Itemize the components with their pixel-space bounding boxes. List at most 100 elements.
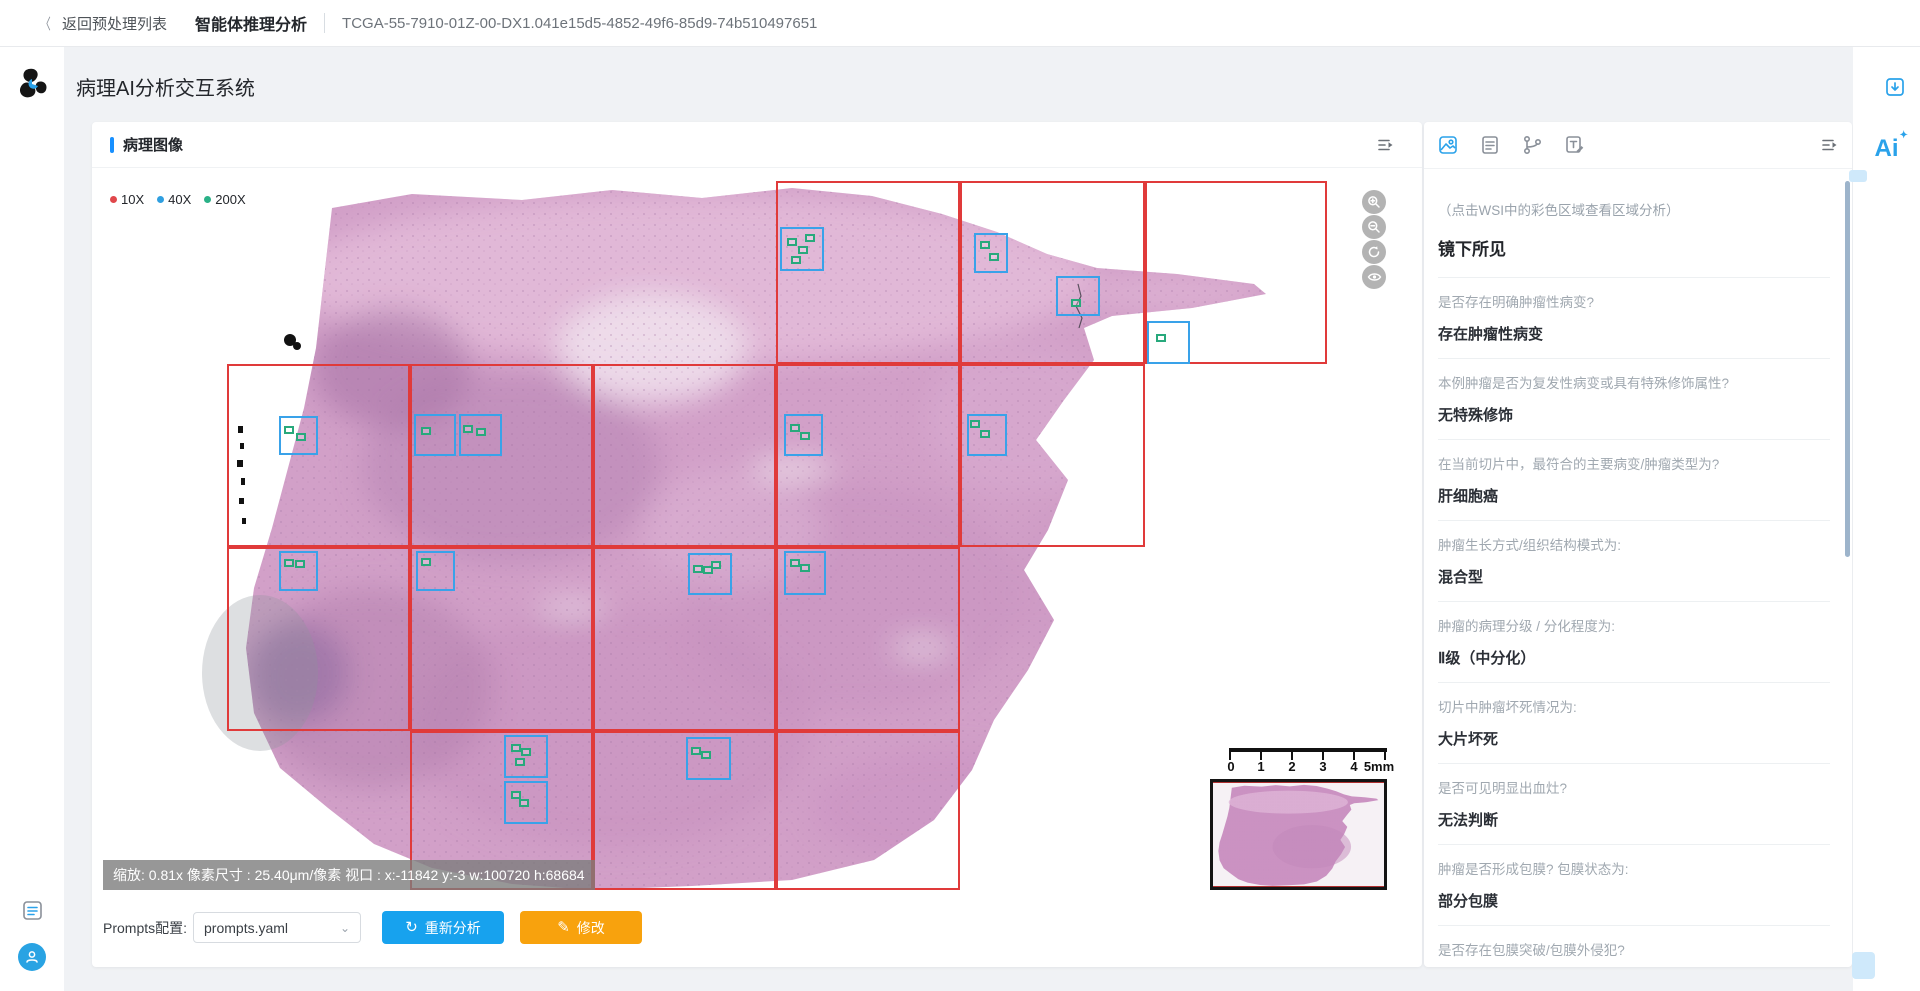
region-box-200x[interactable] xyxy=(800,432,810,440)
region-box-10x[interactable] xyxy=(593,547,776,731)
region-box-200x[interactable] xyxy=(511,744,521,752)
region-box-200x[interactable] xyxy=(701,751,711,759)
region-box-200x[interactable] xyxy=(295,560,305,568)
prompts-config-select[interactable]: prompts.yaml ⌄ xyxy=(193,912,361,943)
notes-icon[interactable] xyxy=(21,899,44,927)
region-box-200x[interactable] xyxy=(1156,334,1166,342)
region-box-200x[interactable] xyxy=(980,430,990,438)
region-box-200x[interactable] xyxy=(989,253,999,261)
collapse-panel-icon[interactable] xyxy=(1821,136,1840,159)
top-navigation-bar: 〈 返回预处理列表 智能体推理分析 TCGA-55-7910-01Z-00-DX… xyxy=(0,0,1920,47)
region-box-200x[interactable] xyxy=(970,420,980,428)
zoom-in-button[interactable] xyxy=(1362,190,1386,214)
scale-label: 2 xyxy=(1288,759,1295,774)
user-avatar[interactable] xyxy=(18,943,46,971)
slide-overview-thumbnail[interactable] xyxy=(1210,779,1387,890)
region-box-10x[interactable] xyxy=(593,731,776,890)
region-box-200x[interactable] xyxy=(296,433,306,441)
region-box-200x[interactable] xyxy=(421,427,431,435)
ai-side-column: Ai✦ xyxy=(1853,47,1920,991)
region-box-200x[interactable] xyxy=(284,426,294,434)
collapse-panel-icon[interactable] xyxy=(1377,136,1396,159)
page-title: 病理AI分析交互系统 xyxy=(76,72,255,101)
question: 切片中肿瘤坏死情况为: xyxy=(1438,696,1830,716)
legend-dot-10x xyxy=(110,196,117,203)
region-box-10x[interactable] xyxy=(776,731,960,890)
region-box-200x[interactable] xyxy=(805,234,815,242)
tab-text-edit[interactable] xyxy=(1563,134,1585,156)
region-box-200x[interactable] xyxy=(798,246,808,254)
region-box-200x[interactable] xyxy=(476,428,486,436)
region-box-200x[interactable] xyxy=(693,565,703,573)
panel-scrollbar[interactable] xyxy=(1845,181,1850,557)
region-box-40x[interactable] xyxy=(416,551,455,591)
app-logo[interactable] xyxy=(15,67,49,108)
region-box-200x[interactable] xyxy=(711,561,721,569)
region-box-40x[interactable] xyxy=(279,551,318,591)
region-box-200x[interactable] xyxy=(463,425,473,433)
region-box-40x[interactable] xyxy=(688,553,732,595)
ai-assistant-button[interactable]: Ai✦ xyxy=(1853,135,1920,163)
region-box-200x[interactable] xyxy=(521,748,531,756)
region-box-200x[interactable] xyxy=(790,424,800,432)
region-box-200x[interactable] xyxy=(980,241,990,249)
edit-pencil-icon: ✎ xyxy=(557,920,570,935)
legend-label-10x: 10X xyxy=(121,192,144,207)
wsi-viewer-canvas[interactable]: 10X 40X 200X xyxy=(92,168,1422,894)
reanalyze-button[interactable]: ↻ 重新分析 xyxy=(382,911,504,944)
left-sidebar xyxy=(0,47,64,991)
region-box-200x[interactable] xyxy=(790,559,800,567)
region-box-200x[interactable] xyxy=(519,799,529,807)
scale-label: 4 xyxy=(1350,759,1357,774)
region-hint: （点击WSI中的彩色区域查看区域分析） xyxy=(1438,199,1830,219)
question: 本例肿瘤是否为复发性病变或具有特殊修饰属性? xyxy=(1438,372,1830,392)
zoom-out-button[interactable] xyxy=(1362,215,1386,239)
answer: Ⅱ级（中分化） xyxy=(1438,647,1830,668)
slide-id: TCGA-55-7910-01Z-00-DX1.041e15d5-4852-49… xyxy=(342,15,817,32)
region-box-200x[interactable] xyxy=(691,747,701,755)
legend-dot-40x xyxy=(157,196,164,203)
tab-inference-graph[interactable] xyxy=(1521,134,1543,156)
region-box-40x[interactable] xyxy=(504,735,548,778)
sparkle-icon: ✦ xyxy=(1900,130,1908,141)
region-box-10x[interactable] xyxy=(227,364,410,547)
qa-item: 肿瘤的病理分级 / 分化程度为: Ⅱ级（中分化） xyxy=(1438,602,1830,683)
scale-ruler: 0 1 2 3 4 5mm xyxy=(1229,748,1387,776)
modify-button[interactable]: ✎ 修改 xyxy=(520,911,642,944)
scale-ruler-bar xyxy=(1229,748,1387,752)
toggle-annotations-eye-button[interactable] xyxy=(1362,265,1386,289)
export-pdf-icon[interactable] xyxy=(1884,76,1906,103)
region-box-200x[interactable] xyxy=(284,559,294,567)
reset-view-button[interactable] xyxy=(1362,240,1386,264)
tab-image-analysis[interactable] xyxy=(1437,134,1459,156)
region-box-10x[interactable] xyxy=(227,547,410,731)
region-box-40x[interactable] xyxy=(1056,276,1100,316)
region-box-10x[interactable] xyxy=(776,181,960,364)
ai-bottom-chip[interactable] xyxy=(1852,952,1875,979)
qa-item: 是否存在包膜突破/包膜外侵犯? 无法判断 xyxy=(1438,926,1830,967)
legend-dot-200x xyxy=(204,196,211,203)
region-box-40x[interactable] xyxy=(784,551,826,595)
region-box-200x[interactable] xyxy=(421,558,431,566)
region-box-40x[interactable] xyxy=(414,414,456,456)
analysis-results-panel: （点击WSI中的彩色区域查看区域分析） 镜下所见 是否存在明确肿瘤性病变? 存在… xyxy=(1424,122,1852,967)
region-box-200x[interactable] xyxy=(1071,299,1081,307)
prompts-config-value: prompts.yaml xyxy=(204,920,288,936)
qa-item: 本例肿瘤是否为复发性病变或具有特殊修饰属性? 无特殊修饰 xyxy=(1438,359,1830,440)
scale-label: 1 xyxy=(1257,759,1264,774)
tab-report-text[interactable] xyxy=(1479,134,1501,156)
region-box-40x[interactable] xyxy=(1147,321,1190,364)
section-title: 镜下所见 xyxy=(1438,235,1830,278)
region-box-200x[interactable] xyxy=(791,256,801,264)
region-box-200x[interactable] xyxy=(515,758,525,766)
region-box-200x[interactable] xyxy=(511,791,521,799)
legend-label-40x: 40X xyxy=(168,192,191,207)
region-box-200x[interactable] xyxy=(787,238,797,246)
qa-item: 是否可见明显出血灶? 无法判断 xyxy=(1438,764,1830,845)
region-box-200x[interactable] xyxy=(800,564,810,572)
question: 肿瘤的病理分级 / 分化程度为: xyxy=(1438,615,1830,635)
chevron-left-icon: 〈 xyxy=(40,13,51,34)
question: 在当前切片中，最符合的主要病变/肿瘤类型为? xyxy=(1438,453,1830,473)
region-box-10x[interactable] xyxy=(593,364,776,547)
back-to-list-button[interactable]: 〈 返回预处理列表 xyxy=(38,13,167,34)
